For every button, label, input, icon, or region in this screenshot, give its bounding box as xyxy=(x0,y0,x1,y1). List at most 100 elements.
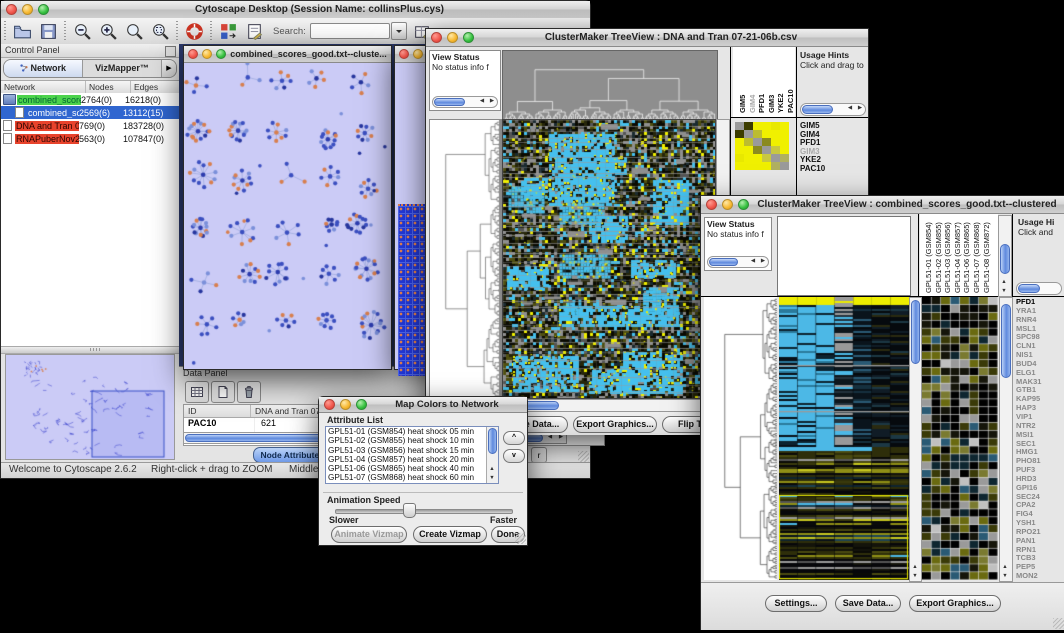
network-list-row[interactable]: RNAPuberNov2+563(0)107847(0) xyxy=(1,132,179,145)
resize-grip[interactable] xyxy=(578,451,589,462)
minimize-icon[interactable] xyxy=(202,49,212,59)
attribute-list-item[interactable]: GPL51-07 (GSM868) heat shock 60 min xyxy=(326,473,487,482)
zoom-in-icon[interactable] xyxy=(96,20,120,42)
annotation-icon[interactable] xyxy=(242,20,266,42)
panel-splitter[interactable] xyxy=(1,346,179,354)
scroll-down-icon[interactable] xyxy=(999,287,1009,296)
scrollbar-thumb[interactable] xyxy=(1000,244,1010,274)
attribute-list-item[interactable]: GPL51-01 (GSM854) heat shock 05 min xyxy=(326,427,487,436)
tab-vizmapper[interactable]: VizMapper™ xyxy=(82,60,161,77)
settings-button[interactable]: Settings... xyxy=(765,595,827,612)
scroll-up-icon[interactable] xyxy=(910,563,920,572)
close-icon[interactable] xyxy=(188,49,198,59)
view-status-scrollbar[interactable] xyxy=(432,96,498,108)
scroll-left-icon[interactable] xyxy=(748,257,758,266)
treeview-combined-titlebar[interactable]: ClusterMaker TreeView : combined_scores_… xyxy=(701,196,1064,214)
column-dendrogram[interactable] xyxy=(502,50,718,121)
close-icon[interactable] xyxy=(324,399,335,410)
attribute-list-item[interactable]: GPL51-04 (GSM857) heat shock 20 min xyxy=(326,455,487,464)
resize-grip[interactable] xyxy=(1053,618,1064,629)
save-data-button[interactable]: Save Data... xyxy=(835,595,901,612)
row-dendrogram[interactable] xyxy=(429,119,502,399)
network-overview-panel[interactable] xyxy=(5,354,175,460)
zoom-window-icon[interactable] xyxy=(738,199,749,210)
scroll-down-icon[interactable] xyxy=(910,572,920,581)
edge-attribute-browser-tab[interactable]: r xyxy=(531,447,547,463)
close-icon[interactable] xyxy=(431,32,442,43)
tab-overflow-arrow[interactable]: ▶ xyxy=(161,60,176,77)
zoom-window-icon[interactable] xyxy=(216,49,226,59)
attribute-listbox[interactable]: GPL51-01 (GSM854) heat shock 05 minGPL51… xyxy=(325,426,499,484)
network-overview-canvas[interactable] xyxy=(6,355,174,459)
open-file-icon[interactable] xyxy=(10,20,34,42)
zoom-vscrollbar[interactable] xyxy=(999,297,1013,582)
zoom-window-icon[interactable] xyxy=(38,4,49,15)
attribute-list-item[interactable]: GPL51-06 (GSM865) heat shock 40 min xyxy=(326,464,487,473)
animation-speed-slider[interactable] xyxy=(335,509,513,514)
heatmap-main[interactable] xyxy=(502,119,716,399)
move-down-button[interactable]: v xyxy=(503,449,525,463)
scroll-right-icon[interactable] xyxy=(758,257,768,266)
gene-label[interactable]: PAC10 xyxy=(800,165,825,174)
zoom-fit-icon[interactable] xyxy=(122,20,146,42)
view-status-scrollbar[interactable] xyxy=(707,256,769,268)
help-icon[interactable] xyxy=(182,20,206,42)
minimize-icon[interactable] xyxy=(22,4,33,15)
animate-vizmap-button[interactable]: Animate Vizmap xyxy=(331,526,407,543)
usage-hints-scrollbar[interactable] xyxy=(1016,282,1062,295)
network-list-row[interactable]: combined_sco2569(6)13112(15) xyxy=(1,106,179,119)
scroll-right-icon[interactable] xyxy=(487,97,497,106)
attribute-list-item[interactable]: GPL51-03 (GSM856) heat shock 15 min xyxy=(326,446,487,455)
scroll-left-icon[interactable] xyxy=(845,104,855,113)
save-icon[interactable] xyxy=(36,20,60,42)
column-header-id[interactable]: ID xyxy=(184,405,251,417)
scrollbar-thumb[interactable] xyxy=(434,98,465,106)
column-header-nodes[interactable]: Nodes xyxy=(86,81,131,93)
heatmap-main[interactable] xyxy=(779,297,909,580)
delete-attribute-icon[interactable] xyxy=(237,381,261,403)
usage-hints-scrollbar[interactable] xyxy=(800,103,866,116)
main-titlebar[interactable]: Cytoscape Desktop (Session Name: collins… xyxy=(1,1,590,19)
column-header-network[interactable]: Network xyxy=(1,81,86,93)
network-list-row[interactable]: DNA and Tran 07769(0)183728(0) xyxy=(1,119,179,132)
float-panel-icon[interactable] xyxy=(165,46,176,57)
labels-vscrollbar[interactable] xyxy=(998,215,1012,297)
minimize-icon[interactable] xyxy=(447,32,458,43)
scrollbar-thumb[interactable] xyxy=(802,105,833,114)
create-vizmap-button[interactable]: Create Vizmap xyxy=(413,526,487,543)
minimize-icon[interactable] xyxy=(722,199,733,210)
scroll-down-icon[interactable] xyxy=(1000,572,1010,581)
close-icon[interactable] xyxy=(706,199,717,210)
resize-grip[interactable] xyxy=(515,533,526,544)
scroll-up-icon[interactable] xyxy=(487,465,497,474)
select-attributes-icon[interactable] xyxy=(185,381,209,403)
zoom-window-icon[interactable] xyxy=(463,32,474,43)
heatmap-vscrollbar[interactable] xyxy=(909,297,922,582)
zoom-window-icon[interactable] xyxy=(356,399,367,410)
gene-label[interactable]: MON2 xyxy=(1016,572,1064,581)
network-list-row[interactable]: combined_scores2764(0)16218(0) xyxy=(1,93,179,106)
scroll-left-icon[interactable] xyxy=(477,97,487,106)
close-icon[interactable] xyxy=(6,4,17,15)
scroll-up-icon[interactable] xyxy=(999,278,1009,287)
treeview-dna-titlebar[interactable]: ClusterMaker TreeView : DNA and Tran 07-… xyxy=(426,29,868,47)
search-input[interactable] xyxy=(310,23,390,39)
column-dendrogram-area[interactable] xyxy=(777,216,911,296)
new-attribute-icon[interactable] xyxy=(211,381,235,403)
network-view-titlebar[interactable]: combined_scores_good.txt--cluste... xyxy=(184,46,391,63)
column-header-edges[interactable]: Edges xyxy=(131,81,179,93)
scrollbar-thumb[interactable] xyxy=(488,428,497,454)
scrollbar-thumb[interactable] xyxy=(911,300,920,364)
attribute-list-scrollbar[interactable] xyxy=(486,427,498,483)
scroll-up-icon[interactable] xyxy=(1000,563,1010,572)
scrollbar-thumb[interactable] xyxy=(1018,284,1040,293)
vizmapper-icon[interactable] xyxy=(216,20,240,42)
minimize-icon[interactable] xyxy=(340,399,351,410)
row-dendrogram[interactable] xyxy=(704,297,777,580)
minimize-icon[interactable] xyxy=(413,49,423,59)
scrollbar-thumb[interactable] xyxy=(709,258,738,266)
scrollbar-thumb[interactable] xyxy=(1001,304,1011,378)
export-graphics-button[interactable]: Export Graphics... xyxy=(573,416,657,433)
heatmap-zoom-view[interactable] xyxy=(922,297,998,580)
attribute-list-item[interactable]: GPL51-02 (GSM855) heat shock 10 min xyxy=(326,436,487,445)
